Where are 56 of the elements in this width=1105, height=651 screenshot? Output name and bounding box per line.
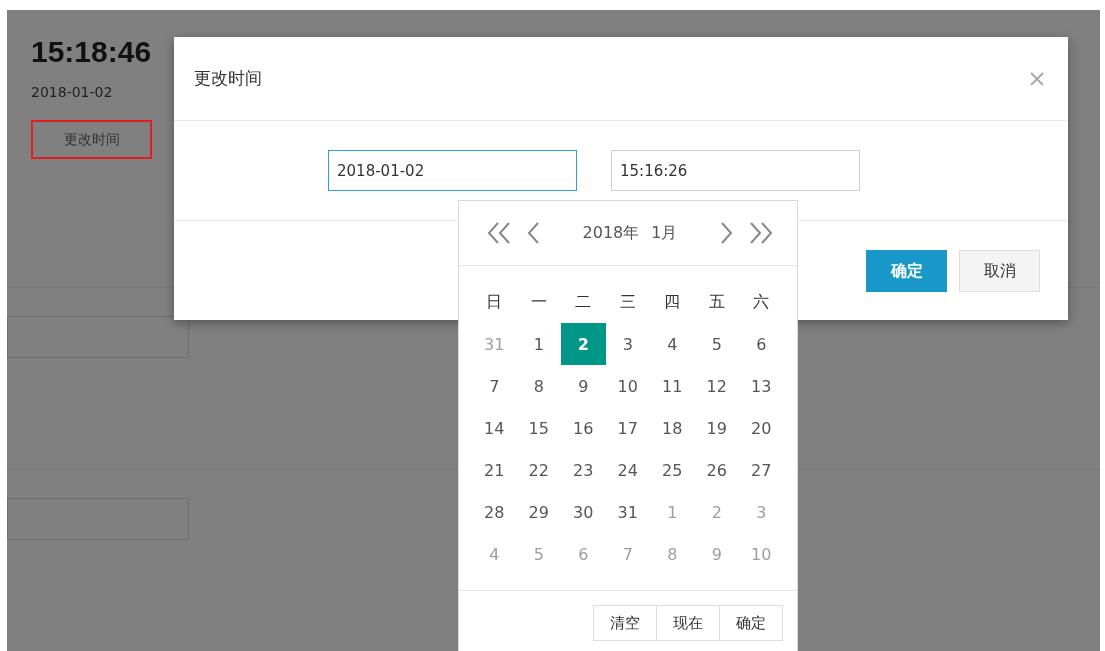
calendar-day[interactable]: 26 <box>694 449 739 491</box>
calendar-day[interactable]: 16 <box>561 407 606 449</box>
double-chevron-right-icon[interactable] <box>747 221 773 245</box>
year-label[interactable]: 2018年 <box>582 222 640 244</box>
calendar-day[interactable]: 24 <box>605 449 650 491</box>
weekday-label: 五 <box>707 290 726 313</box>
weekday-label: 四 <box>663 290 682 313</box>
calendar-day[interactable]: 28 <box>472 491 517 533</box>
current-date: 2018-01-02 <box>31 84 113 100</box>
calendar-day[interactable]: 30 <box>561 491 606 533</box>
date-field[interactable]: 2018-01-02 <box>328 150 577 191</box>
calendar-day[interactable]: 31 <box>605 491 650 533</box>
weekday-label: 一 <box>529 290 548 313</box>
calendar-day[interactable]: 2 <box>561 323 606 365</box>
close-icon[interactable] <box>1030 71 1044 86</box>
calendar-day[interactable]: 18 <box>650 407 695 449</box>
calendar-day[interactable]: 10 <box>605 365 650 407</box>
clock-time: 15:18:46 <box>31 34 152 70</box>
calendar-day[interactable]: 1 <box>516 323 561 365</box>
input-field[interactable] <box>7 498 189 540</box>
chevron-right-icon[interactable] <box>719 221 733 245</box>
calendar-day[interactable]: 9 <box>561 365 606 407</box>
cancel-button[interactable]: 取消 <box>959 250 1040 292</box>
calendar-day[interactable]: 17 <box>605 407 650 449</box>
calendar-day[interactable]: 21 <box>472 449 517 491</box>
calendar-day[interactable]: 12 <box>694 365 739 407</box>
calendar-day[interactable]: 25 <box>650 449 695 491</box>
calendar-day[interactable]: 15 <box>516 407 561 449</box>
double-chevron-left-icon[interactable] <box>487 221 513 245</box>
picker-button[interactable]: 确定 <box>719 605 783 641</box>
picker-button[interactable]: 现在 <box>656 605 720 641</box>
calendar-day[interactable]: 6 <box>739 323 784 365</box>
calendar-day[interactable]: 8 <box>516 365 561 407</box>
calendar-day[interactable]: 29 <box>516 491 561 533</box>
weekday-label: 六 <box>752 290 771 313</box>
month-label[interactable]: 1月 <box>651 222 678 244</box>
weekday-label: 日 <box>485 290 504 313</box>
calendar-day[interactable]: 4 <box>650 323 695 365</box>
calendar-day[interactable]: 27 <box>739 449 784 491</box>
chevron-left-icon[interactable] <box>527 221 541 245</box>
calendar-day[interactable]: 20 <box>739 407 784 449</box>
calendar-day[interactable]: 5 <box>694 323 739 365</box>
calendar-day[interactable]: 14 <box>472 407 517 449</box>
picker-button[interactable]: 清空 <box>593 605 657 641</box>
calendar-day[interactable]: 7 <box>472 365 517 407</box>
calendar-day[interactable]: 13 <box>739 365 784 407</box>
calendar-day[interactable]: 22 <box>516 449 561 491</box>
time-field[interactable]: 15:16:26 <box>611 150 860 191</box>
calendar-day[interactable]: 19 <box>694 407 739 449</box>
calendar-day[interactable]: 3 <box>605 323 650 365</box>
input-field[interactable] <box>7 315 189 358</box>
weekday-label: 三 <box>618 290 637 313</box>
dialog-title: 更改时间 <box>194 67 262 90</box>
calendar-day[interactable]: 23 <box>561 449 606 491</box>
weekday-label: 二 <box>574 290 593 313</box>
calendar-day[interactable]: 11 <box>650 365 695 407</box>
